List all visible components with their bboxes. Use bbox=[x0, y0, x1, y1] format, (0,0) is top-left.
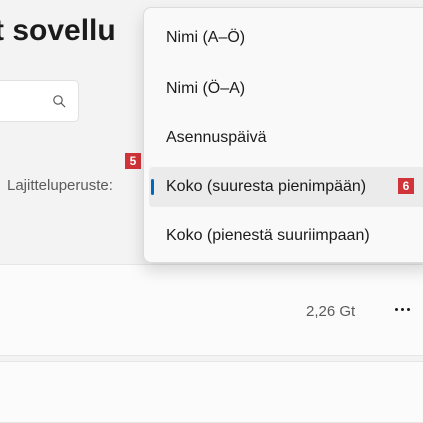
sort-option-label: Koko (pienestä suuriimpaan) bbox=[166, 227, 370, 244]
sort-option-label: Asennuspäivä bbox=[166, 129, 267, 146]
app-list-item[interactable] bbox=[0, 361, 423, 423]
annotation-badge: 6 bbox=[398, 178, 414, 194]
sort-option-install-date[interactable]: Asennuspäivä bbox=[149, 118, 423, 158]
more-options-button[interactable] bbox=[386, 293, 418, 325]
search-box[interactable] bbox=[0, 80, 79, 122]
sort-option-label: Nimi (Ö–A) bbox=[166, 80, 246, 97]
sort-option-name-desc[interactable]: Nimi (Ö–A) bbox=[149, 69, 423, 109]
sort-option-label: Koko (suuresta pienimpään) bbox=[166, 178, 367, 195]
app-list-item[interactable]: 2,26 Gt bbox=[0, 264, 423, 356]
selection-indicator bbox=[151, 179, 154, 195]
sort-option-label: Nimi (A–Ö) bbox=[166, 29, 246, 46]
search-icon[interactable] bbox=[52, 94, 66, 108]
annotation-badge: 5 bbox=[125, 153, 141, 169]
sort-dropdown-menu: Nimi (A–Ö) Nimi (Ö–A) Asennuspäivä Koko … bbox=[143, 7, 423, 263]
sort-option-name-asc[interactable]: Nimi (A–Ö) bbox=[149, 18, 423, 58]
sort-label: Lajitteluperuste: bbox=[7, 177, 113, 194]
sort-option-size-asc[interactable]: Koko (pienestä suuriimpaan) bbox=[149, 216, 423, 256]
page-title: t sovellu bbox=[0, 14, 116, 47]
more-icon bbox=[394, 307, 410, 311]
sort-option-size-desc[interactable]: Koko (suuresta pienimpään) bbox=[149, 167, 423, 207]
app-size: 2,26 Gt bbox=[306, 303, 356, 320]
